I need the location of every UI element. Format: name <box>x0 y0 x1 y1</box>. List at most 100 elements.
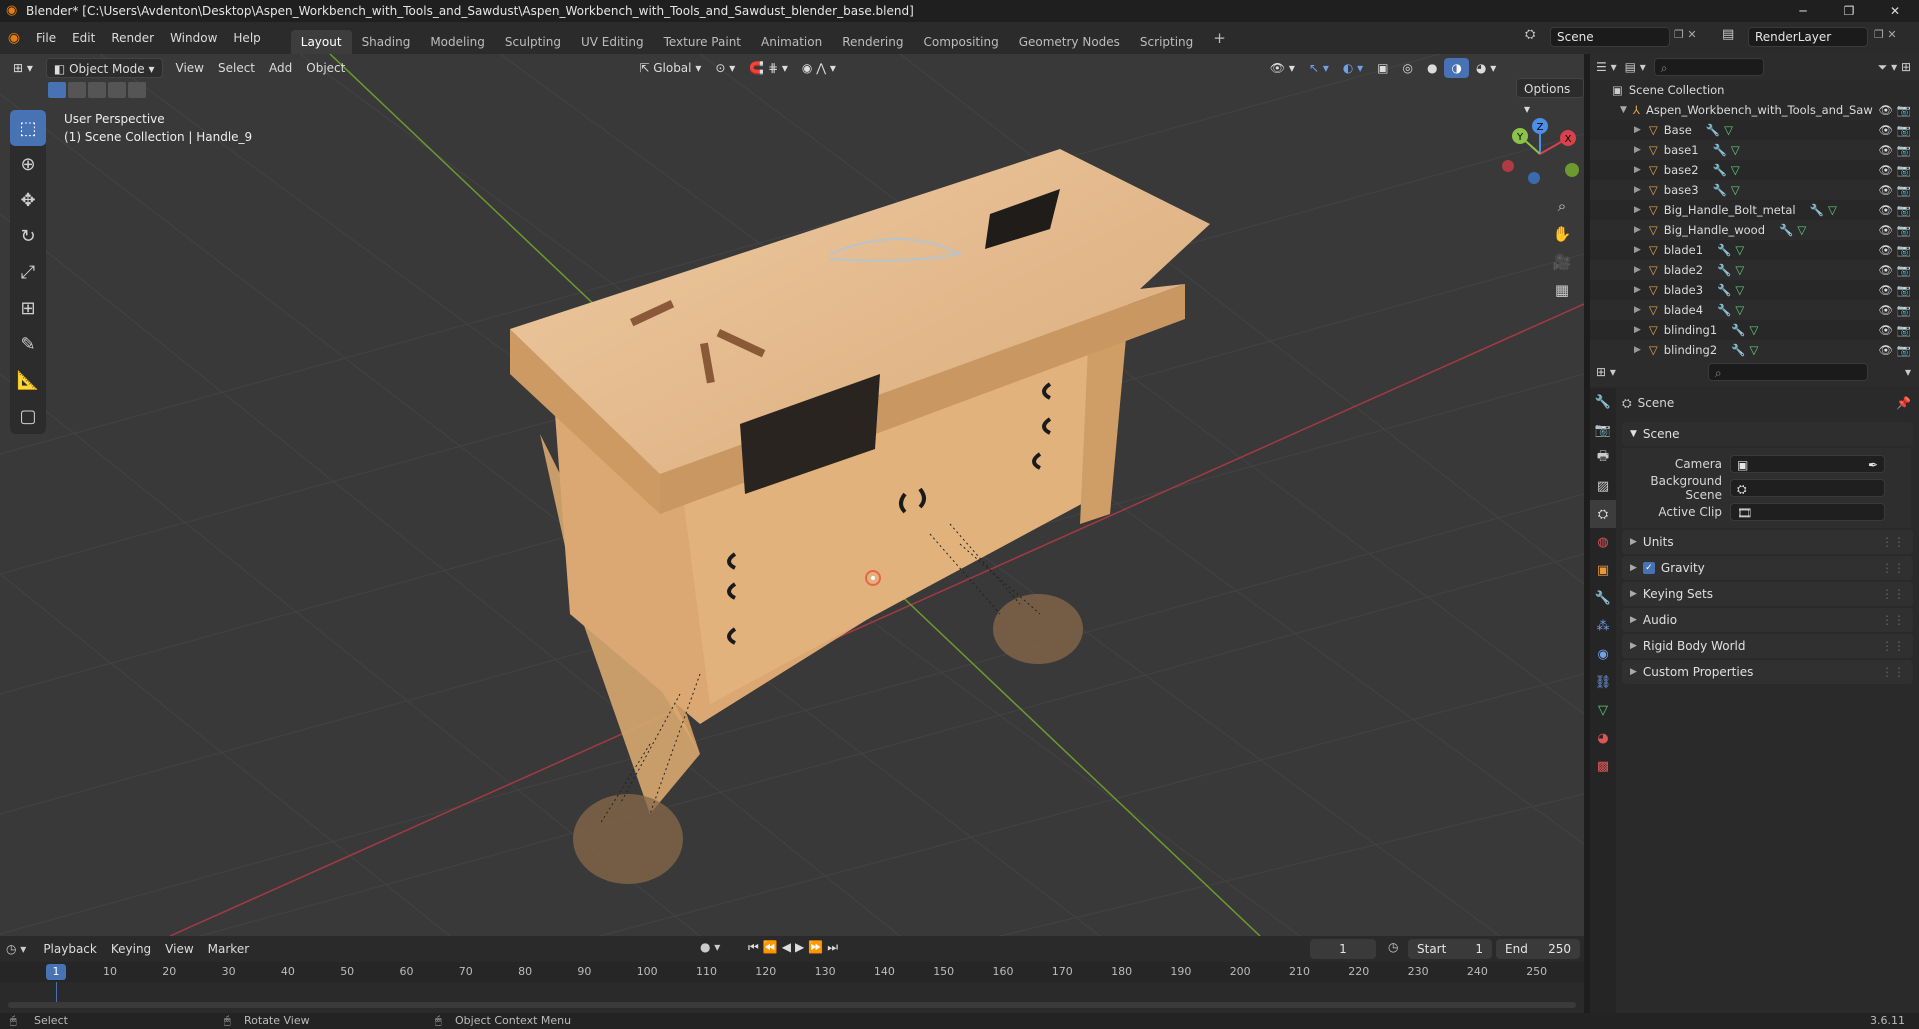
view-layer-copy-icon[interactable]: ❐ ✕ <box>1874 28 1897 41</box>
modifier-icon[interactable]: 🔧 <box>1713 163 1727 177</box>
workspace-tab-uv-editing[interactable]: UV Editing <box>571 30 654 54</box>
rotate-tool-icon[interactable]: ↻ <box>10 218 46 254</box>
modifier-icon[interactable]: 🔧 <box>1717 303 1731 317</box>
workspace-tab-shading[interactable]: Shading <box>352 30 421 54</box>
3d-viewport[interactable]: ⊞ ▾ ◧ Object Mode ▾ View Select Add Object … <box>0 54 1584 936</box>
outliner-object-row[interactable]: ▶ ▽ Big_Handle_wood 🔧 ▽ 👁 📷 <box>1590 220 1919 240</box>
panel-custom-properties[interactable]: ▶ Custom Properties ⋮⋮ <box>1622 660 1913 684</box>
mesh-data-icon[interactable]: ▽ <box>1735 283 1744 297</box>
modifier-icon[interactable]: 🔧 <box>1713 143 1727 157</box>
close-window-button[interactable]: ✕ <box>1872 0 1918 22</box>
measure-tool-icon[interactable]: 📐 <box>10 362 46 398</box>
jump-end-icon[interactable]: ⏭ <box>827 940 842 954</box>
outliner-object-row[interactable]: ▶ ▽ Big_Handle_Bolt_metal 🔧 ▽ 👁 📷 <box>1590 200 1919 220</box>
outliner-object-row[interactable]: ▶ ▽ blade1 🔧 ▽ 👁 📷 <box>1590 240 1919 260</box>
gravity-checkbox[interactable]: ✓ <box>1642 562 1655 574</box>
start-frame-field[interactable]: Start 1 <box>1408 939 1492 959</box>
workspace-tab-modeling[interactable]: Modeling <box>420 30 495 54</box>
visibility-eye-icon[interactable]: 👁 📷 <box>1878 203 1911 217</box>
texture-tab-icon[interactable]: ▩ <box>1590 752 1616 780</box>
panel-units[interactable]: ▶ Units ⋮⋮ <box>1622 530 1913 554</box>
scene-panel-header[interactable]: ▼ Scene <box>1622 422 1913 446</box>
playhead-marker[interactable]: 1 <box>46 964 66 980</box>
outliner-object-row[interactable]: ▶ ▽ base3 🔧 ▽ 👁 📷 <box>1590 180 1919 200</box>
expand-arrow-icon[interactable]: ▶ <box>1634 305 1641 315</box>
scene-copy-icon[interactable]: ❐ ✕ <box>1674 28 1697 41</box>
view-layer-icon[interactable]: ▤ <box>1722 27 1734 42</box>
next-keyframe-icon[interactable]: ⏩ <box>808 940 827 954</box>
material-tab-icon[interactable]: ◕ <box>1590 724 1616 752</box>
pivot-icon[interactable]: ⊙ ▾ <box>708 58 742 78</box>
camera-view-icon[interactable]: 🎥 <box>1548 248 1576 276</box>
menu-help[interactable]: Help <box>225 28 268 48</box>
mesh-data-icon[interactable]: ▽ <box>1735 303 1744 317</box>
outliner-editor-icon[interactable]: ☰ ▾ <box>1596 60 1617 74</box>
proportional-edit-icon[interactable]: ◉ ⋀ ▾ <box>795 58 843 78</box>
menu-edit[interactable]: Edit <box>64 28 103 48</box>
overlay-toggle-icon[interactable]: ◐ ▾ <box>1336 58 1370 78</box>
gizmo-neg-y-icon[interactable] <box>1565 163 1579 177</box>
active-clip-field[interactable]: 🎞 <box>1730 503 1885 521</box>
panel-rigid-body-world[interactable]: ▶ Rigid Body World ⋮⋮ <box>1622 634 1913 658</box>
select-extend-icon[interactable] <box>68 82 86 98</box>
outliner-object-row[interactable]: ▶ ▽ blade4 🔧 ▽ 👁 📷 <box>1590 300 1919 320</box>
ortho-grid-icon[interactable]: ▦ <box>1548 276 1576 304</box>
viewport-menu-view[interactable]: View <box>169 58 211 78</box>
scene-collection-row[interactable]: ▣ Scene Collection <box>1590 80 1919 100</box>
prev-keyframe-icon[interactable]: ⏪ <box>763 940 782 954</box>
navigation-gizmo[interactable]: Z X Y <box>1500 114 1580 194</box>
cursor-tool-icon[interactable]: ⊕ <box>10 146 46 182</box>
collection-row[interactable]: ▼ ⅄ Aspen_Workbench_with_Tools_and_Saw 👁… <box>1590 100 1919 120</box>
pin-icon[interactable]: 📌 <box>1896 396 1911 410</box>
drag-handle-icon[interactable]: ⋮⋮ <box>1881 587 1905 601</box>
viewport-menu-select[interactable]: Select <box>211 58 262 78</box>
workspace-tab-layout[interactable]: Layout <box>290 30 352 54</box>
properties-search-input[interactable]: ⌕ <box>1707 363 1868 381</box>
current-frame-field[interactable]: 1 <box>1310 939 1376 959</box>
panel-gravity[interactable]: ▶ ✓ Gravity ⋮⋮ <box>1622 556 1913 580</box>
timeline-menu-marker[interactable]: Marker <box>201 939 256 959</box>
drag-handle-icon[interactable]: ⋮⋮ <box>1881 561 1905 575</box>
mesh-data-icon[interactable]: ▽ <box>1750 343 1759 357</box>
shading-solid-icon[interactable]: ● <box>1420 58 1444 78</box>
select-intersect-icon[interactable] <box>128 82 146 98</box>
expand-arrow-icon[interactable]: ▶ <box>1634 225 1641 235</box>
expand-arrow-icon[interactable]: ▶ <box>1634 245 1641 255</box>
expand-arrow-icon[interactable]: ▶ <box>1634 345 1641 355</box>
options-button[interactable]: Options ▾ <box>1516 78 1584 116</box>
editor-type-icon[interactable]: ⊞ ▾ <box>6 58 40 78</box>
scene-field[interactable]: Scene <box>1550 27 1670 47</box>
tool-tab-icon[interactable]: 🔧 <box>1590 388 1616 416</box>
mesh-data-icon[interactable]: ▽ <box>1731 143 1740 157</box>
shading-rendered-icon[interactable]: ◕ ▾ <box>1469 58 1503 78</box>
drag-handle-icon[interactable]: ⋮⋮ <box>1881 535 1905 549</box>
workspace-tab-scripting[interactable]: Scripting <box>1130 30 1203 54</box>
outliner-search-input[interactable]: ⌕ <box>1653 58 1764 76</box>
play-icon[interactable]: ▶ <box>795 940 808 954</box>
modifier-icon[interactable]: 🔧 <box>1810 203 1824 217</box>
modifier-icon[interactable]: 🔧 <box>1717 243 1731 257</box>
outliner-object-row[interactable]: ▶ ▽ blinding2 🔧 ▽ 👁 📷 <box>1590 340 1919 360</box>
modifier-icon[interactable]: 🔧 <box>1713 183 1727 197</box>
outliner-object-row[interactable]: ▶ ▽ blinding1 🔧 ▽ 👁 📷 <box>1590 320 1919 340</box>
visibility-eye-icon[interactable]: 👁 📷 <box>1878 303 1911 317</box>
expand-arrow-icon[interactable]: ▶ <box>1634 325 1641 335</box>
outliner-object-row[interactable]: ▶ ▽ Base 🔧 ▽ 👁 📷 <box>1590 120 1919 140</box>
panel-keying-sets[interactable]: ▶ Keying Sets ⋮⋮ <box>1622 582 1913 606</box>
zoom-icon[interactable]: ⌕ <box>1548 192 1576 220</box>
data-tab-icon[interactable]: ▽ <box>1590 696 1616 724</box>
visibility-eye-icon[interactable]: 👁 📷 <box>1878 243 1911 257</box>
view-layer-field[interactable]: RenderLayer <box>1748 27 1868 47</box>
modifier-icon[interactable]: 🔧 <box>1706 123 1720 137</box>
workspace-tab-compositing[interactable]: Compositing <box>913 30 1008 54</box>
workspace-tab-rendering[interactable]: Rendering <box>832 30 913 54</box>
select-subtract-icon[interactable] <box>88 82 106 98</box>
properties-editor-icon[interactable]: ⊞ ▾ <box>1596 365 1616 379</box>
camera-field[interactable]: ▣ ✒ <box>1730 455 1885 473</box>
modifier-icon[interactable]: 🔧 <box>1779 223 1793 237</box>
shading-material-icon[interactable]: ◑ <box>1444 58 1469 78</box>
expand-arrow-icon[interactable]: ▶ <box>1634 145 1641 155</box>
shading-wireframe-icon[interactable]: ◎ <box>1396 58 1420 78</box>
visibility-eye-icon[interactable]: 👁 📷 <box>1878 183 1911 197</box>
visibility-eye-icon[interactable]: 👁 📷 <box>1878 163 1911 177</box>
